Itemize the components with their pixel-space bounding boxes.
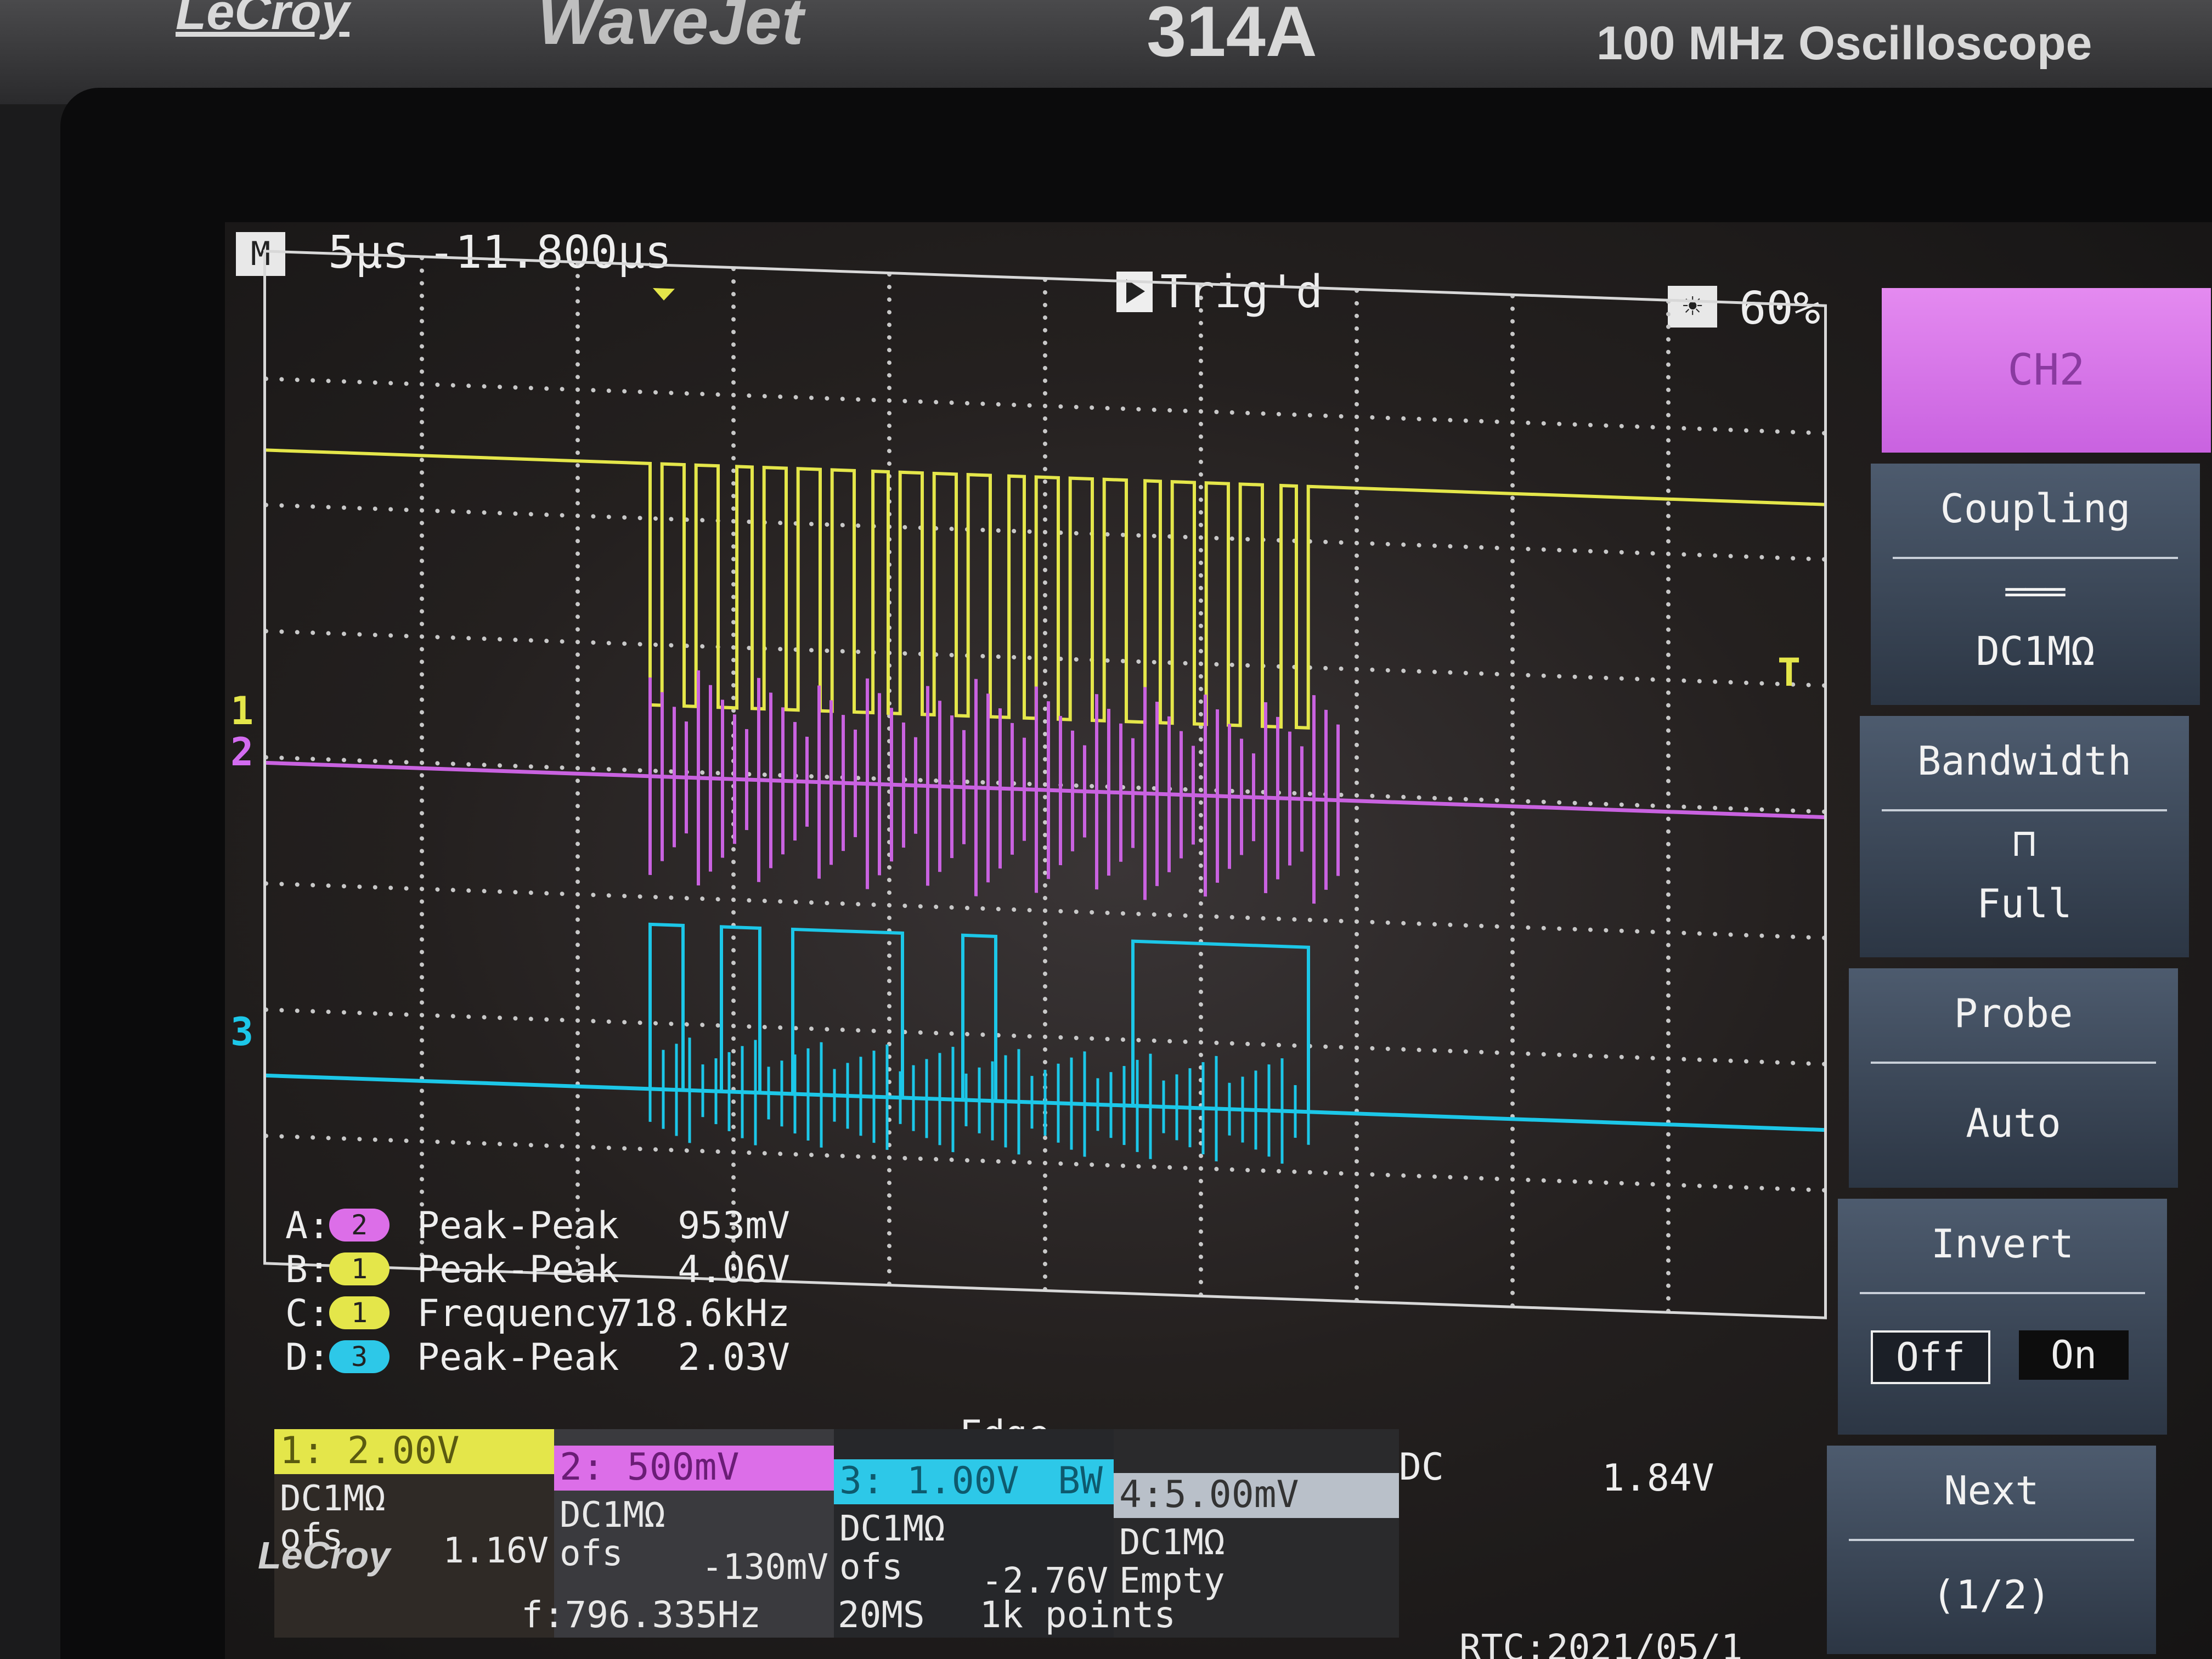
ch3-gate-pulse	[648, 922, 685, 1091]
footer-logo: LeCroy	[258, 1534, 391, 1577]
trigger-frequency: f:796.335Hz	[521, 1594, 761, 1636]
measurement-name: Peak-Peak	[417, 1204, 619, 1248]
probe-value: Auto	[1966, 1100, 2061, 1146]
measurement-row: D: 3 Peak-Peak 2.03V	[285, 1336, 998, 1380]
bandwidth-button[interactable]: Bandwidth ⊓ Full	[1860, 716, 2189, 957]
invert-label: Invert	[1931, 1221, 2074, 1267]
ch3-offset-label: ofs	[839, 1547, 903, 1588]
ch3-coupling: DC1MΩ	[839, 1509, 945, 1549]
trigger-level: 1.84V	[1602, 1457, 1714, 1500]
dc-coupling-icon: ═══	[2005, 573, 2066, 612]
menu-divider	[1860, 1292, 2145, 1294]
coupling-label: Coupling	[1940, 486, 2131, 532]
channel-menu: CH2 Coupling ═══ DC1MΩ Bandwidth ⊓ Full …	[1827, 288, 2211, 1654]
bandwidth-value: Full	[1977, 881, 2072, 927]
waveform-grid	[263, 250, 1827, 1319]
measurement-name: Frequency	[417, 1292, 619, 1335]
measurement-name: Peak-Peak	[417, 1336, 619, 1379]
measurement-row: B: 1 Peak-Peak 4.06V	[285, 1248, 998, 1292]
trigger-position-marker	[653, 288, 675, 301]
coupling-button[interactable]: Coupling ═══ DC1MΩ	[1871, 464, 2200, 705]
probe-button[interactable]: Probe Auto	[1849, 968, 2178, 1188]
measurement-value: 953mV	[678, 1204, 790, 1248]
measurement-row: C: 1 Frequency 718.6kHz	[285, 1292, 998, 1336]
model-number: 314A	[1147, 0, 1317, 71]
waveform-display	[266, 256, 1824, 1313]
ch4-coupling: DC1MΩ	[1119, 1522, 1225, 1563]
ch2-offset-label: ofs	[560, 1533, 623, 1574]
record-length: 1k points	[979, 1594, 1176, 1636]
ch3-scale-value: 3: 1.00V	[839, 1459, 1019, 1503]
measurement-channel-badge: 2	[329, 1209, 390, 1242]
trigger-coupling: DC	[1399, 1446, 1444, 1489]
acquisition-footer: f:796.335Hz 20MS 1k points	[521, 1594, 1176, 1636]
menu-title-ch2: CH2	[1882, 288, 2211, 453]
coupling-value: DC1MΩ	[1976, 628, 2095, 674]
measurement-value: 718.6kHz	[610, 1292, 790, 1335]
ch3-bandwidth-limit: BW	[1058, 1459, 1103, 1503]
ch1-marker: 1	[230, 689, 254, 733]
next-page-button[interactable]: Next (1/2)	[1827, 1446, 2156, 1654]
oscilloscope-screen: M 5µs -11.800µs Trig'd ☀ 60% 1 2 3 T A: …	[225, 222, 2212, 1659]
ch4-scale: 4:5.00mV	[1114, 1473, 1399, 1518]
probe-label: Probe	[1954, 990, 2073, 1036]
ch1-scale: 1: 2.00V	[274, 1429, 554, 1474]
invert-button[interactable]: Invert Off On	[1838, 1199, 2167, 1435]
trigger-level-marker: T	[1778, 650, 1801, 695]
invert-off-option[interactable]: Off	[1871, 1330, 1990, 1384]
measurement-channel-badge: 1	[329, 1296, 390, 1329]
ch2-scale: 2: 500mV	[554, 1446, 834, 1491]
measurement-channel-badge: 1	[329, 1252, 390, 1285]
menu-divider	[1849, 1539, 2134, 1541]
real-time-clock: RTC:2021/05/1	[1459, 1627, 1743, 1659]
next-label: Next	[1944, 1468, 2039, 1514]
brand-logo: LeCroy	[176, 0, 349, 40]
measurement-panel: A: 2 Peak-Peak 953mV B: 1 Peak-Peak 4.06…	[285, 1204, 998, 1413]
measurement-slot: C:	[285, 1292, 330, 1335]
menu-divider	[1871, 1062, 2156, 1064]
ch2-coupling: DC1MΩ	[560, 1495, 665, 1536]
measurement-slot: B:	[285, 1248, 330, 1291]
grid-graticule	[266, 256, 1824, 1313]
menu-divider	[1882, 809, 2167, 811]
measurement-slot: A:	[285, 1204, 330, 1248]
ch1-offset-value: 1.16V	[443, 1531, 549, 1571]
measurement-name: Peak-Peak	[417, 1248, 619, 1291]
measurement-slot: D:	[285, 1336, 330, 1379]
menu-page-indicator: (1/2)	[1932, 1572, 2051, 1618]
ch2-offset-value: -130mV	[701, 1547, 828, 1588]
ch3-scale: 3: 1.00V BW	[834, 1459, 1114, 1504]
menu-divider	[1893, 557, 2178, 559]
ch3-marker: 3	[230, 1009, 254, 1054]
device-description: 100 MHz Oscilloscope	[1596, 17, 2092, 70]
measurement-channel-badge: 3	[329, 1340, 390, 1373]
measurement-value: 2.03V	[678, 1336, 790, 1379]
measurement-row: A: 2 Peak-Peak 953mV	[285, 1204, 998, 1248]
invert-on-option[interactable]: On	[2019, 1330, 2129, 1380]
bandwidth-filter-icon: ⊓	[2012, 820, 2036, 865]
ch1-coupling: DC1MΩ	[280, 1479, 386, 1519]
ch2-marker: 2	[230, 730, 254, 775]
bandwidth-label: Bandwidth	[1917, 738, 2132, 784]
sample-rate: 20MS	[837, 1594, 925, 1636]
measurement-value: 4.06V	[678, 1248, 790, 1291]
series-logo: WaveJet	[538, 0, 804, 58]
